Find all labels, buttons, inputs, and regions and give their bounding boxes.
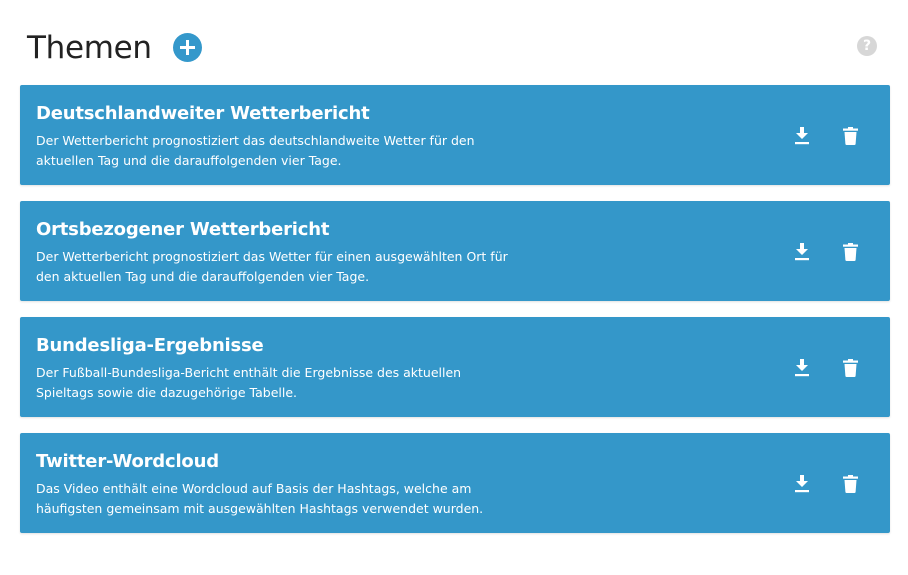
topic-description-line: Der Wetterbericht prognostiziert das Wet… [36,249,508,264]
download-icon [795,127,809,145]
download-button[interactable] [791,473,813,495]
download-icon [795,243,809,261]
topic-title: Twitter-Wordcloud [36,451,219,472]
topic-list: Deutschlandweiter Wetterbericht Der Wett… [20,85,890,549]
topic-card[interactable]: Deutschlandweiter Wetterbericht Der Wett… [20,85,890,185]
topic-description-line: den aktuellen Tag und die darauffolgende… [36,269,370,284]
topic-description: Der Fußball-Bundesliga-Bericht enthält d… [36,363,526,403]
topic-card[interactable]: Bundesliga-Ergebnisse Der Fußball-Bundes… [20,317,890,417]
topic-title: Deutschlandweiter Wetterbericht [36,103,370,124]
topic-description-line: Spieltags sowie die dazugehörige Tabelle… [36,385,298,400]
trash-icon [842,475,858,493]
page-title: Themen [27,30,152,66]
download-icon [795,475,809,493]
delete-button[interactable] [839,473,861,495]
page-header: Themen [27,26,152,70]
delete-button[interactable] [839,241,861,263]
topic-description: Der Wetterbericht prognostiziert das Wet… [36,247,526,287]
add-topic-button[interactable] [173,33,202,62]
topic-card[interactable]: Ortsbezogener Wetterbericht Der Wetterbe… [20,201,890,301]
plus-icon [180,40,195,55]
topic-title: Bundesliga-Ergebnisse [36,335,264,356]
download-button[interactable] [791,125,813,147]
delete-button[interactable] [839,125,861,147]
topic-description-line: Der Fußball-Bundesliga-Bericht enthält d… [36,365,462,380]
download-button[interactable] [791,357,813,379]
trash-icon [842,359,858,377]
trash-icon [842,127,858,145]
delete-button[interactable] [839,357,861,379]
topic-description-line: häufigsten gemeinsam mit ausgewählten Ha… [36,501,484,516]
help-button[interactable]: ? [857,36,877,56]
topic-description: Der Wetterbericht prognostiziert das deu… [36,131,526,171]
topic-description-line: aktuellen Tag und die darauffolgenden vi… [36,153,342,168]
trash-icon [842,243,858,261]
topic-description-line: Das Video enthält eine Wordcloud auf Bas… [36,481,472,496]
topic-card[interactable]: Twitter-Wordcloud Das Video enthält eine… [20,433,890,533]
topic-description-line: Der Wetterbericht prognostiziert das deu… [36,133,475,148]
question-icon: ? [862,38,872,54]
topic-description: Das Video enthält eine Wordcloud auf Bas… [36,479,526,519]
topic-title: Ortsbezogener Wetterbericht [36,219,330,240]
download-button[interactable] [791,241,813,263]
download-icon [795,359,809,377]
